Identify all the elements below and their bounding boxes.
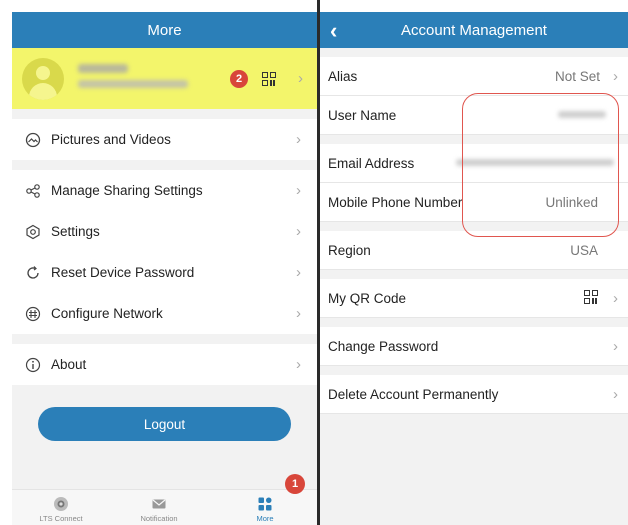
menu-item-settings[interactable]: Settings › [12,211,317,252]
share-icon [24,182,42,200]
chevron-right-icon: › [613,290,618,307]
settings-icon [24,223,42,241]
row-delete-account[interactable]: Delete Account Permanently › [320,375,628,414]
row-change-password[interactable]: Change Password › [320,327,628,366]
tab-more-badge: 1 [285,474,305,494]
menu-item-configure-network[interactable]: Configure Network › [12,293,317,334]
profile-row[interactable]: 2 › [12,48,317,109]
account-title: Account Management [401,21,547,39]
menu-item-pictures-videos[interactable]: Pictures and Videos › [12,119,317,160]
qr-code-icon [584,290,598,304]
chevron-right-icon: › [613,338,618,355]
reset-icon [24,264,42,282]
chevron-right-icon: › [296,131,301,148]
tab-lts-connect[interactable]: LTS Connect [26,496,96,523]
chevron-right-icon: › [613,386,618,403]
blurred-account-id [78,80,188,88]
chevron-right-icon: › [296,182,301,199]
blurred-username [78,64,128,73]
tab-label: LTS Connect [39,514,83,523]
row-label: Change Password [328,339,439,354]
tab-label: Notification [140,514,178,523]
more-panel: More 2 › Pictures and Videos › Manage Sh… [12,12,317,525]
menu-label: About [51,357,87,372]
account-header: ‹ Account Management [320,12,628,48]
menu-item-reset-password[interactable]: Reset Device Password › [12,252,317,293]
row-label: Email Address [328,156,415,171]
camera-icon [54,497,68,511]
menu-label: Settings [51,224,100,239]
region-value: USA [570,243,598,258]
menu-label: Manage Sharing Settings [51,183,203,198]
account-management-panel: ‹ Account Management Alias Not Set › Use… [320,12,628,525]
pictures-icon [24,131,42,149]
network-icon [24,305,42,323]
menu-label: Configure Network [51,306,163,321]
more-title: More [147,21,182,39]
more-header: More [12,12,317,48]
info-icon [24,356,42,374]
bottom-tab-bar: LTS Connect Notification More 1 [12,474,317,525]
row-my-qr-code[interactable]: My QR Code › [320,279,628,318]
tab-notification[interactable]: Notification [124,496,194,523]
row-label: My QR Code [328,291,407,306]
qr-code-icon[interactable] [262,72,276,86]
menu-item-manage-sharing[interactable]: Manage Sharing Settings › [12,170,317,211]
chevron-right-icon: › [296,305,301,322]
row-label: User Name [328,108,397,123]
chevron-right-icon: › [296,356,301,373]
row-label: Alias [328,69,358,84]
avatar [22,58,64,100]
mail-icon [152,499,166,509]
chevron-right-icon: › [296,264,301,281]
tab-more[interactable]: More [230,496,300,523]
chevron-right-icon: › [296,223,301,240]
profile-badge: 2 [230,70,248,88]
alias-value: Not Set [554,69,600,84]
menu-label: Reset Device Password [51,265,195,280]
logout-button[interactable]: Logout [38,407,291,441]
row-label: Delete Account Permanently [328,387,499,402]
row-label: Region [328,243,371,258]
row-label: Mobile Phone Number [328,195,463,210]
menu-label: Pictures and Videos [51,132,171,147]
chevron-right-icon: › [613,68,618,85]
back-arrow-icon[interactable]: ‹ [330,18,337,44]
annotation-highlight-box [462,93,619,237]
row-alias[interactable]: Alias Not Set › [320,57,628,96]
menu-item-about[interactable]: About › [12,344,317,385]
grid-icon [258,497,272,511]
tab-label: More [256,514,274,523]
chevron-right-icon: › [298,70,303,87]
